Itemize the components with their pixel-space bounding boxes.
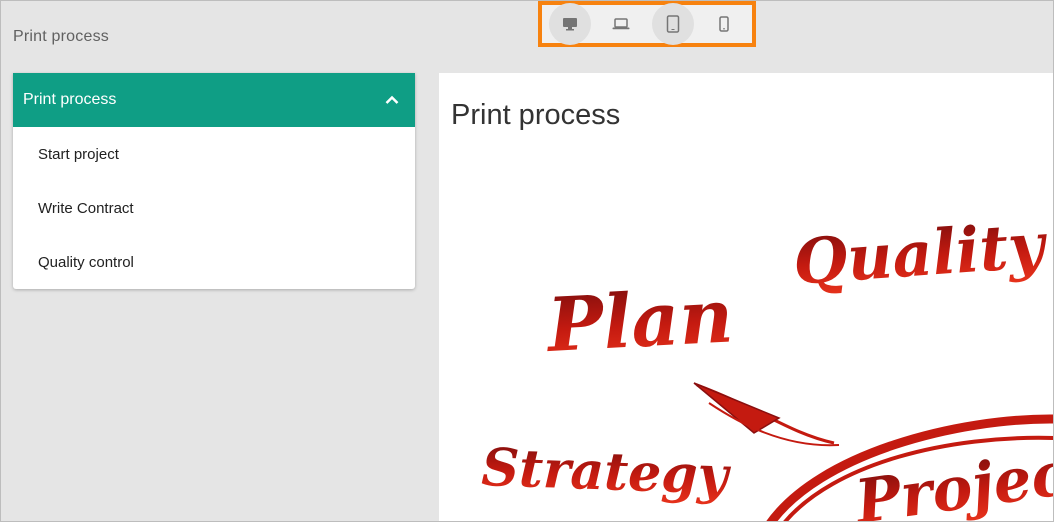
process-navigation: Print process Start project Write Contra… (13, 73, 415, 289)
nav-item-quality-control[interactable]: Quality control (13, 235, 415, 289)
tablet-icon (666, 15, 679, 33)
phone-view-button[interactable] (703, 3, 745, 45)
page-title: Print process (13, 28, 109, 45)
nav-item-label: Write Contract (38, 199, 134, 217)
nav-item-label: Start project (38, 145, 119, 163)
word-quality: Quality (791, 208, 1050, 299)
nav-item-start-project[interactable]: Start project (13, 127, 415, 181)
nav-header-print-process[interactable]: Print process (13, 73, 415, 127)
phone-icon (719, 16, 729, 32)
content-area: Print process Quality Plan Strategy Proj… (439, 73, 1054, 522)
device-preview-toolbar (538, 1, 756, 47)
chevron-up-icon (385, 95, 399, 104)
nav-item-label: Quality control (38, 253, 134, 271)
process-word-image: Quality Plan Strategy Project (481, 208, 1054, 522)
laptop-view-button[interactable] (600, 3, 642, 45)
laptop-icon (612, 18, 630, 30)
nav-item-write-contract[interactable]: Write Contract (13, 181, 415, 235)
word-plan: Plan (543, 273, 735, 369)
desktop-view-button[interactable] (548, 3, 591, 45)
word-strategy: Strategy (481, 437, 733, 507)
tablet-view-button[interactable] (651, 3, 694, 45)
nav-header-label: Print process (23, 91, 117, 108)
desktop-icon (562, 18, 577, 31)
